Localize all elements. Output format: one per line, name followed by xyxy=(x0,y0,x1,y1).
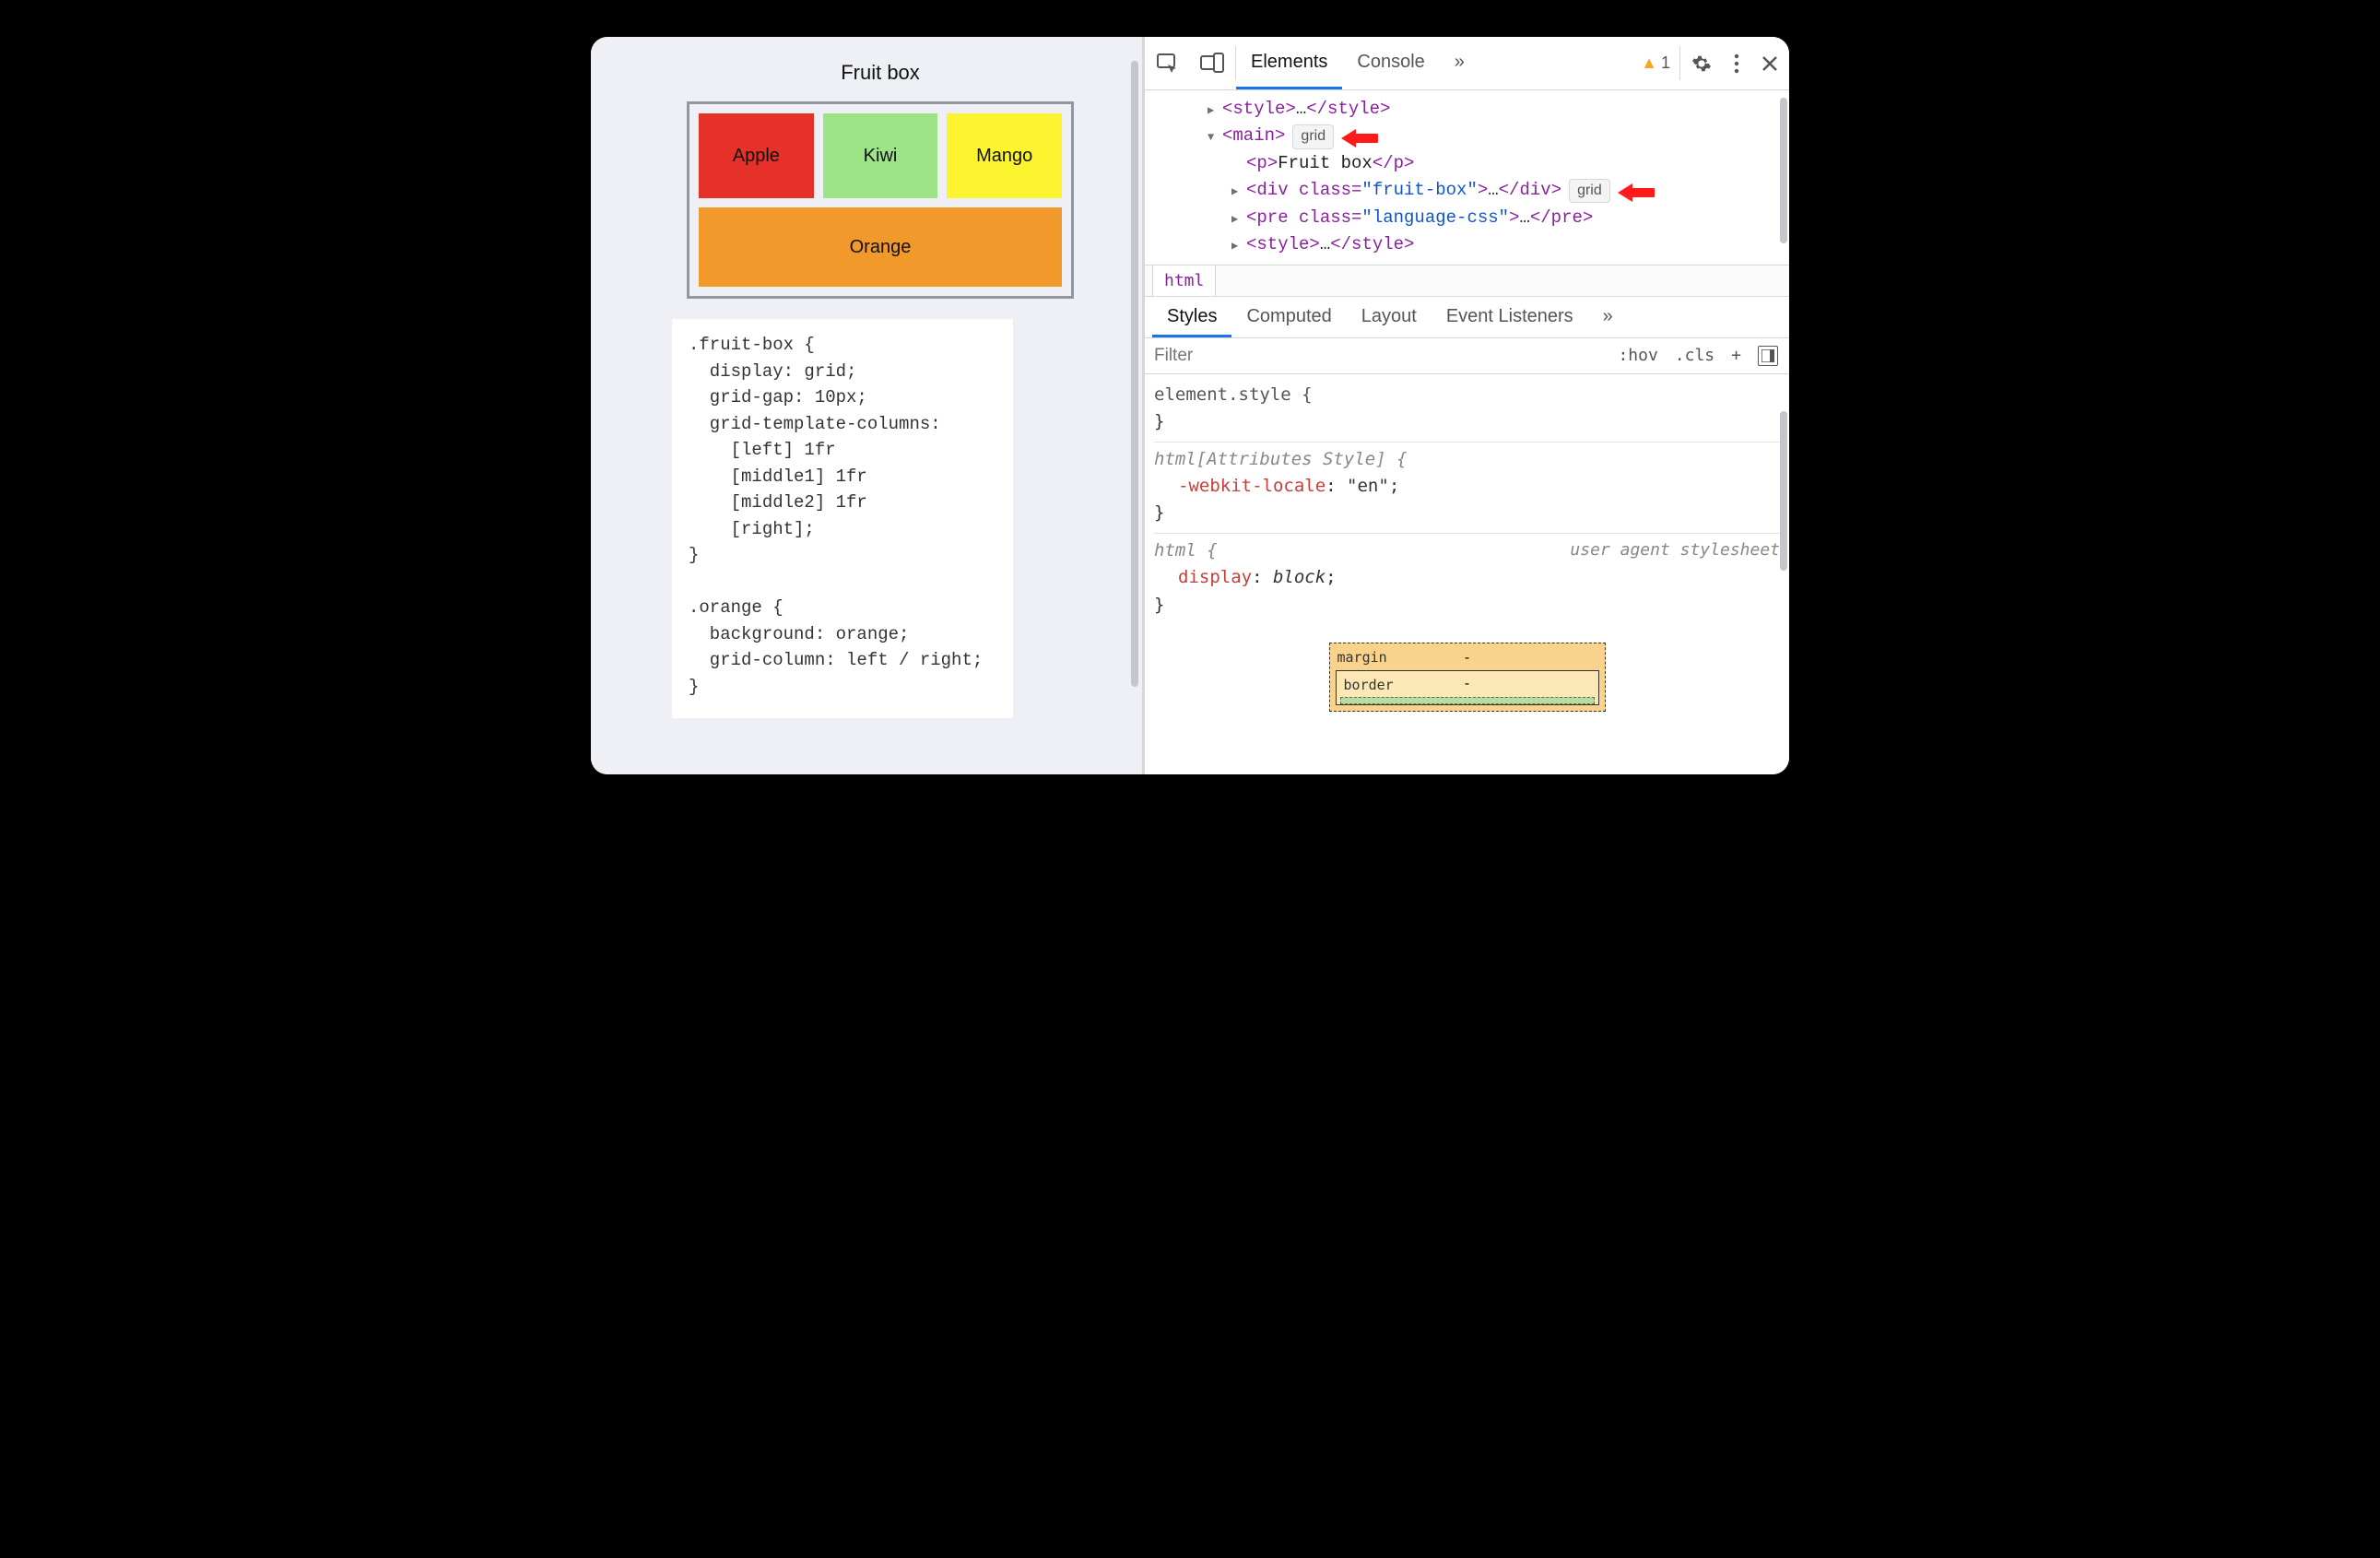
rule-html-attrs[interactable]: html[Attributes Style] { -webkit-locale:… xyxy=(1154,443,1780,534)
dom-tree[interactable]: <style>…</style> <main> grid <p>Fruit bo… xyxy=(1145,90,1789,265)
devtools-toolbar: Elements Console » ▲ 1 xyxy=(1145,37,1789,90)
gear-icon[interactable] xyxy=(1680,37,1723,89)
expand-arrow-icon[interactable] xyxy=(1208,123,1220,149)
styles-tabbar: Styles Computed Layout Event Listeners » xyxy=(1145,297,1789,338)
subtab-computed[interactable]: Computed xyxy=(1231,297,1346,337)
warning-count: 1 xyxy=(1661,53,1670,73)
tab-more[interactable]: » xyxy=(1440,37,1479,89)
left-scrollbar[interactable] xyxy=(1131,61,1138,756)
rendered-page-pane: Fruit box Apple Kiwi Mango Orange .fruit… xyxy=(591,37,1142,774)
tab-elements[interactable]: Elements xyxy=(1236,37,1342,89)
warning-icon: ▲ xyxy=(1641,53,1657,73)
css-code-block: .fruit-box { display: grid; grid-gap: 10… xyxy=(672,319,1013,718)
styles-filter-input[interactable] xyxy=(1145,338,1607,373)
close-icon[interactable] xyxy=(1750,37,1789,89)
cls-toggle[interactable]: .cls xyxy=(1675,346,1714,365)
devtools-pane: Elements Console » ▲ 1 <style>…</st xyxy=(1145,37,1789,774)
expand-arrow-icon[interactable] xyxy=(1231,177,1244,204)
fruit-kiwi: Kiwi xyxy=(823,113,938,198)
subtab-events[interactable]: Event Listeners xyxy=(1432,297,1588,337)
rule-element-style[interactable]: element.style { } xyxy=(1154,378,1780,443)
tab-console[interactable]: Console xyxy=(1342,37,1439,89)
style-rules-panel[interactable]: element.style { } html[Attributes Style]… xyxy=(1145,374,1789,721)
breadcrumb-bar: html xyxy=(1145,265,1789,297)
hov-toggle[interactable]: :hov xyxy=(1618,346,1657,365)
rules-scrollbar[interactable] xyxy=(1780,411,1787,571)
dom-node-p[interactable]: <p>Fruit box</p> xyxy=(1154,150,1780,177)
dom-scrollbar[interactable] xyxy=(1780,98,1787,243)
styles-filter-tools: :hov .cls + xyxy=(1607,346,1789,366)
subtab-more[interactable]: » xyxy=(1588,297,1628,337)
grid-badge[interactable]: grid xyxy=(1569,179,1610,204)
dom-node-style2[interactable]: <style>…</style> xyxy=(1154,231,1780,258)
warnings-badge[interactable]: ▲ 1 xyxy=(1632,37,1679,89)
fruit-mango: Mango xyxy=(947,113,1062,198)
device-toggle-icon[interactable] xyxy=(1189,37,1235,89)
fruit-apple: Apple xyxy=(699,113,814,198)
box-model-diagram[interactable]: margin - border - xyxy=(1154,624,1780,712)
expand-arrow-icon[interactable] xyxy=(1208,96,1220,123)
new-rule-button[interactable]: + xyxy=(1731,346,1741,365)
dom-node-style[interactable]: <style>…</style> xyxy=(1154,96,1780,123)
annotation-arrow-icon xyxy=(1616,181,1655,205)
breadcrumb-html[interactable]: html xyxy=(1152,266,1216,296)
dom-node-div-fruitbox[interactable]: <div class="fruit-box">…</div> grid xyxy=(1154,177,1780,204)
fruit-box-grid: Apple Kiwi Mango Orange xyxy=(687,101,1074,299)
devtools-window: Fruit box Apple Kiwi Mango Orange .fruit… xyxy=(591,37,1789,774)
grid-badge[interactable]: grid xyxy=(1292,124,1334,149)
kebab-menu-icon[interactable] xyxy=(1723,37,1750,89)
annotation-arrow-icon xyxy=(1339,126,1378,150)
page-title: Fruit box xyxy=(646,61,1114,85)
fruit-orange: Orange xyxy=(699,207,1062,287)
rule-html-ua[interactable]: html {user agent stylesheet display: blo… xyxy=(1154,534,1780,624)
styles-filter-row: :hov .cls + xyxy=(1145,338,1789,374)
subtab-styles[interactable]: Styles xyxy=(1152,297,1231,337)
subtab-layout[interactable]: Layout xyxy=(1347,297,1432,337)
dom-node-pre[interactable]: <pre class="language-css">…</pre> xyxy=(1154,205,1780,231)
inspect-element-icon[interactable] xyxy=(1145,37,1189,89)
bm-margin-label: margin xyxy=(1337,647,1387,668)
dom-node-main[interactable]: <main> grid xyxy=(1154,123,1780,149)
expand-arrow-icon[interactable] xyxy=(1231,205,1244,231)
expand-arrow-icon[interactable] xyxy=(1231,231,1244,258)
bm-border-label: border xyxy=(1344,675,1394,696)
sidebar-toggle-icon[interactable] xyxy=(1758,346,1778,366)
